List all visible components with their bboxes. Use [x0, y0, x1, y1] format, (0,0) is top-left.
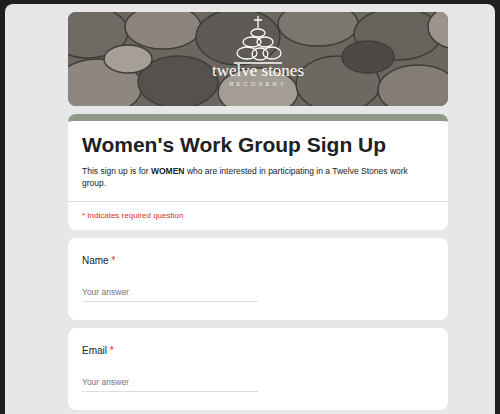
- question-label: Name *: [82, 254, 434, 267]
- answer-input[interactable]: Your answer: [82, 287, 258, 302]
- question-label: Email *: [82, 344, 434, 357]
- answer-input[interactable]: Your answer: [82, 377, 258, 392]
- logo-subtitle: RECOVERY: [229, 80, 287, 89]
- required-note: * Indicates required question: [68, 201, 448, 230]
- header-banner: twelve stonesRECOVERY: [68, 12, 448, 106]
- required-mark: *: [109, 255, 116, 266]
- form: twelve stonesRECOVERY Women's Work Group …: [68, 12, 448, 410]
- form-title: Women's Work Group Sign Up: [82, 131, 434, 159]
- question-card: Name * Your answer: [68, 238, 448, 320]
- page: twelve stonesRECOVERY Women's Work Group …: [0, 0, 500, 414]
- form-background: twelve stonesRECOVERY Women's Work Group …: [5, 4, 495, 414]
- title-card: Women's Work Group Sign Up This sign up i…: [68, 114, 448, 230]
- logo: twelve stonesRECOVERY: [68, 14, 448, 89]
- logo-title: twelve stones: [212, 62, 304, 80]
- question-card: Email * Your answer: [68, 328, 448, 410]
- required-mark: *: [107, 345, 114, 356]
- form-description: This sign up is for WOMEN who are intere…: [82, 165, 434, 189]
